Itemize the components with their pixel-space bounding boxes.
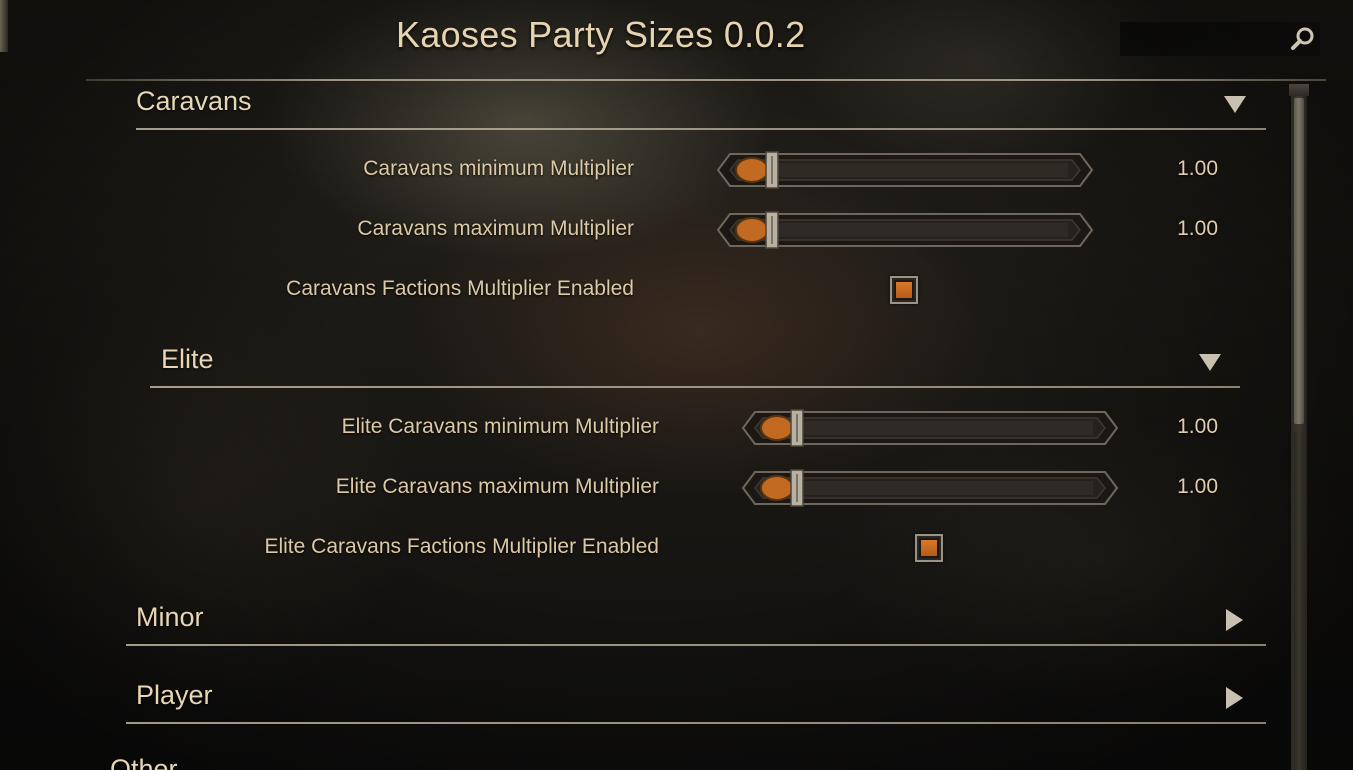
page-title: Kaoses Party Sizes 0.0.2	[396, 14, 806, 55]
option-label-elite-min: Elite Caravans minimum Multiplier	[341, 415, 659, 438]
window-edge	[0, 0, 8, 52]
value-caravans-max: 1.00	[1177, 217, 1218, 240]
checkbox-fill	[896, 282, 912, 298]
value-caravans-min: 1.00	[1177, 157, 1218, 180]
triangle-right-icon[interactable]	[1226, 609, 1243, 631]
slider-caravans-min[interactable]	[716, 150, 1094, 190]
scrollbar-lower-track	[1294, 432, 1304, 770]
section-label-other[interactable]: Other	[110, 754, 178, 770]
checkbox-elite-factions[interactable]	[915, 534, 943, 562]
value-elite-max: 1.00	[1177, 475, 1218, 498]
section-header-player[interactable]: Player	[136, 680, 1266, 720]
option-label-caravans-factions: Caravans Factions Multiplier Enabled	[286, 277, 634, 300]
option-label-caravans-min: Caravans minimum Multiplier	[363, 157, 634, 180]
value-elite-min: 1.00	[1177, 415, 1218, 438]
section-label-caravans: Caravans	[136, 86, 252, 116]
header-divider	[86, 79, 1326, 81]
section-header-caravans[interactable]: Caravans	[136, 86, 1266, 126]
triangle-right-icon[interactable]	[1226, 687, 1243, 709]
option-label-elite-factions: Elite Caravans Factions Multiplier Enabl…	[264, 535, 659, 558]
triangle-down-icon[interactable]	[1199, 354, 1221, 371]
scrollbar-cap	[1289, 84, 1309, 96]
section-divider-minor	[126, 644, 1266, 646]
scrollbar-thumb[interactable]	[1294, 98, 1304, 424]
checkbox-fill	[921, 540, 937, 556]
section-header-elite[interactable]: Elite	[161, 344, 1241, 384]
section-label-minor: Minor	[136, 602, 204, 632]
section-label-player: Player	[136, 680, 213, 710]
search-icon[interactable]	[1290, 26, 1316, 52]
option-label-caravans-max: Caravans maximum Multiplier	[357, 217, 634, 240]
triangle-down-icon[interactable]	[1224, 96, 1246, 113]
slider-elite-min[interactable]	[741, 408, 1119, 448]
section-label-elite: Elite	[161, 344, 214, 374]
slider-elite-max[interactable]	[741, 468, 1119, 508]
option-label-elite-max: Elite Caravans maximum Multiplier	[335, 475, 659, 498]
slider-caravans-max[interactable]	[716, 210, 1094, 250]
section-divider-elite	[150, 386, 1240, 388]
section-divider-player	[126, 722, 1266, 724]
section-header-minor[interactable]: Minor	[136, 602, 1266, 642]
section-divider-caravans	[136, 128, 1266, 130]
checkbox-caravans-factions[interactable]	[890, 276, 918, 304]
